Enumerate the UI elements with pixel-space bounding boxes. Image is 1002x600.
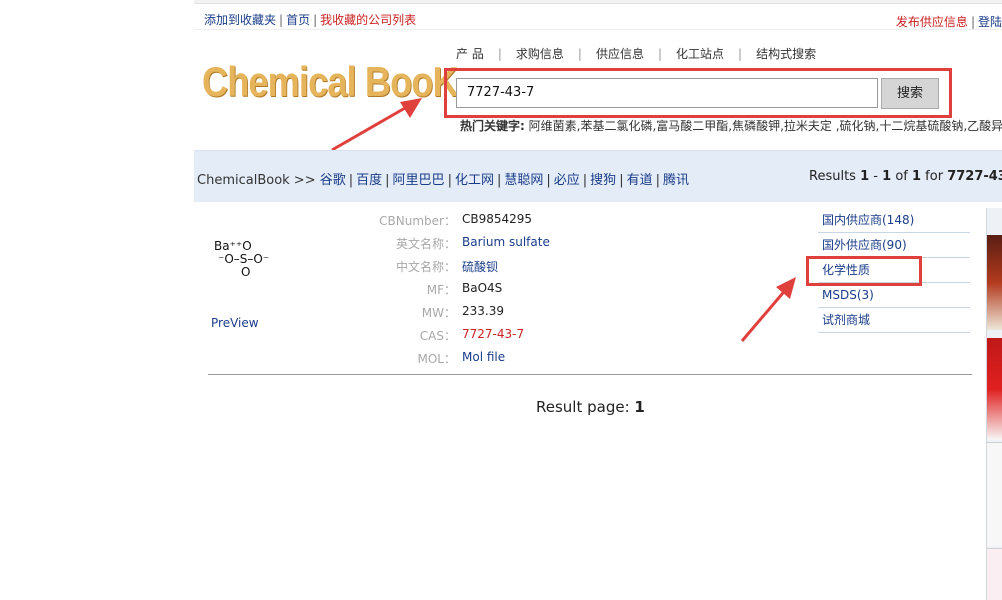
property-label: 英文名称： xyxy=(395,237,456,251)
engine-link-alibaba[interactable]: 阿里巴巴 xyxy=(393,173,445,188)
separator: | xyxy=(738,47,743,61)
separator: | xyxy=(348,173,354,188)
top-bar-left-links: 添加到收藏夹 | 首页 | 我收藏的公司列表 xyxy=(204,11,416,28)
result-page-label: Result page: xyxy=(536,398,630,416)
property-label: CAS： xyxy=(419,329,456,343)
property-label: CBNumber： xyxy=(379,214,456,228)
separator: | xyxy=(546,173,551,188)
top-bar-right-links: 发布供应信息 | 登陆 xyxy=(896,13,1002,30)
property-label: MF： xyxy=(426,283,456,297)
property-value-cas[interactable]: 7727-43-7 xyxy=(456,327,524,350)
results-dash: - xyxy=(873,169,878,184)
property-value-english-name[interactable]: Barium sulfate xyxy=(456,235,550,258)
results-summary: Results 1 - 1 of 1 for 7727-43- xyxy=(809,169,1002,184)
separator: | xyxy=(497,47,502,61)
side-link-reagent-mall[interactable]: 试剂商城 xyxy=(818,308,970,333)
engine-link-youdao[interactable]: 有道 xyxy=(627,173,653,188)
ad-banner[interactable] xyxy=(987,442,1002,546)
ad-banner[interactable] xyxy=(987,235,1002,330)
add-favorites-link[interactable]: 添加到收藏夹 xyxy=(204,13,276,27)
annotation-arrow-icon xyxy=(740,277,796,342)
side-link-foreign-suppliers[interactable]: 国外供应商(90) xyxy=(818,233,970,258)
login-link[interactable]: 登陆 xyxy=(978,15,1002,29)
property-value-mf: BaO4S xyxy=(462,281,503,295)
annotation-arrow-icon xyxy=(331,98,422,152)
separator: | xyxy=(385,173,390,188)
separator: | xyxy=(582,173,588,188)
hot-keywords-label: 热门关键字: xyxy=(460,119,525,133)
search-input[interactable]: 7727-43-7 xyxy=(456,78,878,108)
post-supply-link[interactable]: 发布供应信息 xyxy=(896,15,968,29)
search-button[interactable]: 搜索 xyxy=(881,78,939,109)
nav-structure-search[interactable]: 结构式搜索 xyxy=(756,47,816,61)
top-bar: 添加到收藏夹 | 首页 | 我收藏的公司列表 发布供应信息 | 登陆 xyxy=(194,6,1002,30)
ad-banner[interactable] xyxy=(987,338,1002,440)
separator: | xyxy=(279,13,284,27)
property-row: MOL： Mol file xyxy=(360,350,550,373)
results-total: 1 xyxy=(911,169,922,184)
engine-link-google[interactable]: 谷歌 xyxy=(320,173,346,188)
separator: | xyxy=(496,173,502,188)
property-value-cbnumber: CB9854295 xyxy=(462,212,533,226)
property-row: CBNumber： CB9854295 xyxy=(360,212,550,235)
property-row: MF： BaO4S xyxy=(360,281,550,304)
separator: | xyxy=(313,13,318,27)
favorite-companies-link[interactable]: 我收藏的公司列表 xyxy=(320,13,416,27)
structure-line-3: O xyxy=(241,265,251,279)
property-value-chinese-name[interactable]: 硫酸钡 xyxy=(456,258,498,281)
engine-link-bing[interactable]: 必应 xyxy=(554,173,580,188)
result-pagination: Result page: 1 xyxy=(536,398,645,416)
compound-properties: CBNumber： CB9854295 英文名称： Barium sulfate… xyxy=(360,212,550,373)
engine-link-tencent[interactable]: 腾讯 xyxy=(663,173,689,188)
chemical-properties-highlight-box xyxy=(806,256,922,286)
engine-link-baidu[interactable]: 百度 xyxy=(356,173,382,188)
result-page-number[interactable]: 1 xyxy=(634,398,644,416)
hot-keywords: 热门关键字: 阿维菌素,苯基二氯化磷,富马酸二甲酯,焦磷酸钾,拉米夫定 ,硫化钠… xyxy=(460,117,1002,134)
results-bar: ChemicalBook >> 谷歌 | 百度 | 阿里巴巴 | 化工网 | 慧聪网 | 必应 | 搜狗… xyxy=(194,150,1002,202)
separator: | xyxy=(447,173,452,188)
results-of: of xyxy=(895,169,908,184)
nav-supply-info[interactable]: 供应信息 xyxy=(596,47,644,61)
side-link-msds[interactable]: MSDS(3) xyxy=(818,283,970,308)
hot-keywords-list[interactable]: 阿维菌素,苯基二氯化磷,富马酸二甲酯,焦磷酸钾,拉米夫定 ,硫化钠,十二烷基硫酸… xyxy=(529,119,1002,133)
nav-products[interactable]: 产 品 xyxy=(456,47,484,61)
results-for: for xyxy=(925,169,944,184)
results-divider xyxy=(208,374,972,375)
property-row: 英文名称： Barium sulfate xyxy=(360,235,550,258)
ad-banner[interactable] xyxy=(987,548,1002,600)
separator: | xyxy=(619,173,624,188)
engine-link-sogou[interactable]: 搜狗 xyxy=(590,173,616,188)
nav-purchase-info[interactable]: 求购信息 xyxy=(516,47,564,61)
separator: | xyxy=(970,15,975,29)
property-label: 中文名称： xyxy=(395,260,456,274)
engine-link-hc360[interactable]: 慧聪网 xyxy=(504,173,543,188)
separator: | xyxy=(655,173,660,188)
separator: | xyxy=(577,47,582,61)
property-label: MOL： xyxy=(417,352,457,366)
breadcrumb-root: ChemicalBook >> xyxy=(197,173,316,188)
results-prefix: Results xyxy=(809,169,856,184)
property-value-mw: 233.39 xyxy=(462,304,504,318)
property-label: MW： xyxy=(421,306,456,320)
structure-image[interactable]: Ba⁺⁺O ⁻O–S–O⁻ O xyxy=(212,240,282,296)
preview-link[interactable]: PreView xyxy=(211,316,259,330)
results-query: 7727-43- xyxy=(947,169,1002,184)
side-link-domestic-suppliers[interactable]: 国内供应商(148) xyxy=(818,208,970,233)
results-to: 1 xyxy=(882,169,892,184)
main-nav: 产 品 | 求购信息 | 供应信息 | 化工站点 | 结构式搜索 xyxy=(456,45,816,62)
separator: | xyxy=(657,47,662,61)
property-row: CAS： 7727-43-7 xyxy=(360,327,550,350)
engine-link-chem-net[interactable]: 化工网 xyxy=(455,173,494,188)
nav-chem-sites[interactable]: 化工站点 xyxy=(676,47,724,61)
property-value-mol-file[interactable]: Mol file xyxy=(456,350,505,373)
property-row: MW： 233.39 xyxy=(360,304,550,327)
left-margin xyxy=(0,0,194,600)
property-row: 中文名称： 硫酸钡 xyxy=(360,258,550,281)
home-link[interactable]: 首页 xyxy=(286,13,310,27)
search-engine-links: ChemicalBook >> 谷歌 | 百度 | 阿里巴巴 | 化工网 | 慧聪网 | 必应 | 搜狗… xyxy=(197,169,689,188)
results-from: 1 xyxy=(860,169,870,184)
